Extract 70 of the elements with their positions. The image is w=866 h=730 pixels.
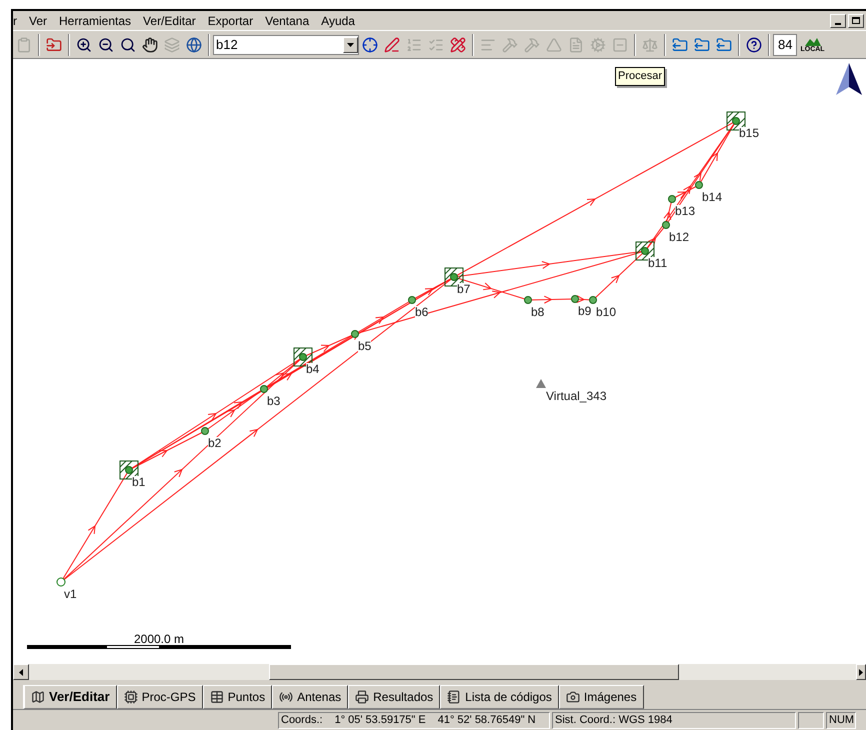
zone-field: 84 [773, 34, 798, 56]
menu-item[interactable]: Ver [23, 12, 54, 30]
point-label: b2 [208, 437, 222, 449]
menu-item[interactable]: r [13, 12, 23, 30]
chip-icon [124, 690, 138, 704]
table-icon [210, 690, 224, 704]
survey-point-icon[interactable] [201, 427, 209, 435]
scroll-left-button[interactable] [13, 664, 29, 680]
menu-item[interactable]: Ayuda [315, 12, 361, 30]
minimize-button[interactable] [830, 14, 846, 28]
survey-point-icon[interactable] [589, 296, 597, 304]
point-label: b1 [132, 476, 146, 488]
latitude-value: 41° 52' 58.76549" N [438, 712, 536, 728]
tab[interactable]: Antenas [272, 685, 348, 709]
coordinate-system-field: Sist. Coord.: WGS 1984 [552, 712, 796, 728]
scale-label: 2000.0 m [134, 633, 184, 645]
point-label: b9 [578, 305, 592, 317]
point-label: v1 [64, 588, 77, 600]
tab[interactable]: Lista de códigos [440, 685, 559, 709]
antenna-icon [279, 690, 294, 704]
tooltip: Procesar [615, 67, 666, 86]
point-label: b13 [675, 205, 696, 217]
survey-point-icon[interactable] [695, 181, 703, 189]
base-point-icon[interactable] [56, 578, 66, 586]
tab[interactable]: Ver/Editar [23, 685, 117, 709]
point-select-field[interactable]: b12 [213, 34, 359, 54]
point-label: b6 [415, 306, 428, 318]
point-label: b7 [457, 283, 470, 295]
coords-label: Coords.: [281, 712, 323, 728]
point-label: b14 [702, 191, 722, 203]
survey-point-icon[interactable] [662, 221, 670, 229]
survey-point-icon[interactable] [260, 385, 268, 393]
tab[interactable]: Puntos [202, 685, 272, 709]
survey-point-icon[interactable] [408, 296, 416, 304]
point-label: b5 [358, 340, 372, 352]
right-arrow-icon [859, 668, 863, 676]
tab[interactable]: Resultados [348, 685, 440, 709]
left-arrow-icon [19, 668, 23, 676]
scrollbar-thumb[interactable] [269, 664, 679, 680]
north-arrow-icon [836, 63, 862, 95]
survey-point-icon[interactable] [571, 295, 579, 303]
restore-button[interactable] [848, 14, 864, 28]
tab[interactable]: Imágenes [558, 685, 644, 709]
menu-item[interactable]: Herramientas [53, 12, 138, 30]
point-label: b8 [531, 306, 544, 318]
point-label: b4 [306, 363, 320, 375]
point-label: b12 [669, 231, 690, 243]
scroll-right-button[interactable] [856, 664, 866, 680]
tab[interactable]: Proc-GPS [116, 685, 203, 709]
point-label: b15 [739, 127, 760, 139]
menu-item[interactable]: Ver/Editar [137, 12, 202, 30]
menu-item[interactable]: Ventana [259, 12, 316, 30]
point-label: Virtual_343 [546, 390, 606, 402]
point-label: b10 [596, 306, 616, 318]
virtual-station-icon[interactable] [536, 379, 546, 388]
camera-icon [566, 690, 580, 704]
map-icon [31, 690, 45, 704]
point-label: b3 [267, 395, 280, 407]
point-label: b11 [648, 257, 668, 269]
caret-icon [347, 42, 354, 46]
printer-icon [355, 690, 370, 704]
notebook-icon [447, 690, 462, 704]
num-lock-indicator: NUM [826, 712, 856, 728]
survey-point-icon[interactable] [351, 330, 359, 338]
menu-item[interactable]: Exportar [202, 12, 260, 30]
survey-point-icon[interactable] [668, 195, 676, 203]
terrain-icon [804, 36, 821, 46]
status-pane [798, 712, 824, 728]
longitude-value: 1° 05' 53.59175" E [334, 712, 426, 728]
survey-point-icon[interactable] [524, 296, 532, 304]
